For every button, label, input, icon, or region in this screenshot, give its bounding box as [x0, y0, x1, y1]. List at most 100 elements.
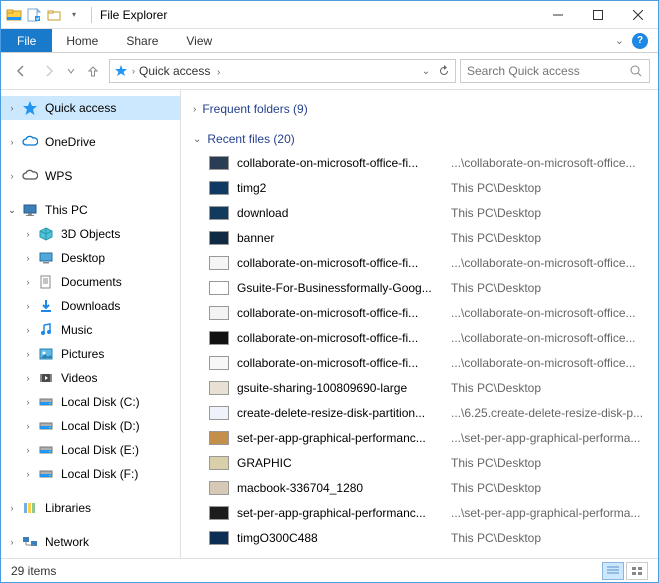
address-dropdown-icon[interactable]: ⌄ — [419, 64, 433, 78]
tree-item-videos[interactable]: ›Videos — [1, 366, 180, 390]
file-name: banner — [237, 231, 443, 245]
chevron-right-icon[interactable]: › — [21, 371, 35, 385]
desktop-icon — [37, 249, 55, 267]
file-row[interactable]: gsuite-sharing-100809690-largeThis PC\De… — [185, 375, 654, 400]
ribbon-file-tab[interactable]: File — [1, 29, 52, 52]
chevron-right-icon[interactable]: › — [5, 135, 19, 149]
chevron-right-icon[interactable]: › — [21, 419, 35, 433]
file-name: timgO300C488 — [237, 531, 443, 545]
file-row[interactable]: collaborate-on-microsoft-office-fi......… — [185, 350, 654, 375]
tree-label: Local Disk (C:) — [61, 395, 140, 409]
file-thumbnail — [209, 181, 229, 195]
back-button[interactable] — [9, 59, 33, 83]
file-row[interactable]: set-per-app-graphical-performanc......\s… — [185, 500, 654, 525]
file-row[interactable]: collaborate-on-microsoft-office-fi......… — [185, 250, 654, 275]
ribbon-tab-share[interactable]: Share — [112, 29, 172, 52]
view-details-button[interactable] — [602, 562, 624, 580]
tree-item-local-disk-e-[interactable]: ›Local Disk (E:) — [1, 438, 180, 462]
chevron-right-icon[interactable]: › — [21, 347, 35, 361]
address-bar[interactable]: › Quick access › ⌄ — [109, 59, 456, 83]
file-row[interactable]: set-per-app-graphical-performanc......\s… — [185, 425, 654, 450]
chevron-right-icon[interactable]: › — [21, 443, 35, 457]
tree-network[interactable]: › Network — [1, 530, 180, 554]
file-name: macbook-336704_1280 — [237, 481, 443, 495]
chevron-right-icon[interactable]: › — [21, 395, 35, 409]
file-row[interactable]: GRAPHICThis PC\Desktop — [185, 450, 654, 475]
chevron-right-icon[interactable]: › — [21, 227, 35, 241]
qat-new-folder-icon[interactable] — [45, 6, 63, 24]
chevron-right-icon[interactable]: › — [21, 299, 35, 313]
file-row[interactable]: banner This PC\Desktop — [185, 225, 654, 250]
title-bar: ▾ File Explorer — [1, 1, 658, 29]
file-path: This PC\Desktop — [451, 381, 654, 395]
file-name: collaborate-on-microsoft-office-fi... — [237, 356, 443, 370]
chevron-right-icon[interactable]: › — [21, 467, 35, 481]
search-box[interactable] — [460, 59, 650, 83]
recent-locations-button[interactable] — [65, 59, 77, 83]
minimize-button[interactable] — [538, 1, 578, 29]
tree-item-local-disk-d-[interactable]: ›Local Disk (D:) — [1, 414, 180, 438]
chevron-right-icon[interactable]: › — [5, 101, 19, 115]
file-row[interactable]: collaborate-on-microsoft-office-fi......… — [185, 150, 654, 175]
qat-properties-icon[interactable] — [25, 6, 43, 24]
file-row[interactable]: collaborate-on-microsoft-office-fi......… — [185, 325, 654, 350]
address-chevron-icon[interactable]: › — [132, 66, 135, 76]
qat-dropdown-icon[interactable]: ▾ — [65, 6, 83, 24]
ribbon-tab-home[interactable]: Home — [52, 29, 112, 52]
tree-item-pictures[interactable]: › Pictures — [1, 342, 180, 366]
file-path: This PC\Desktop — [451, 206, 654, 220]
view-large-icons-button[interactable] — [626, 562, 648, 580]
search-icon[interactable] — [629, 64, 643, 78]
file-row[interactable]: timg2This PC\Desktop — [185, 175, 654, 200]
tree-wps[interactable]: › WPS — [1, 164, 180, 188]
file-row[interactable]: create-delete-resize-disk-partition.....… — [185, 400, 654, 425]
file-row[interactable]: Gsuite-For-Businessformally-Goog...This … — [185, 275, 654, 300]
file-thumbnail — [209, 231, 229, 245]
file-row[interactable]: macbook-336704_1280 This PC\Desktop — [185, 475, 654, 500]
tree-item-local-disk-f-[interactable]: ›Local Disk (F:) — [1, 462, 180, 486]
tree-this-pc[interactable]: ⌄ This PC — [1, 198, 180, 222]
main-area: › Quick access › OneDrive › WPS ⌄ This P… — [1, 89, 658, 558]
window-controls — [538, 1, 658, 29]
group-frequent-folders[interactable]: › Frequent folders (9) — [185, 98, 654, 120]
tree-onedrive[interactable]: › OneDrive — [1, 130, 180, 154]
cloud-icon — [21, 167, 39, 185]
chevron-right-icon[interactable]: › — [21, 275, 35, 289]
help-icon[interactable]: ? — [632, 33, 648, 49]
file-row[interactable]: timgO300C488This PC\Desktop — [185, 525, 654, 550]
chevron-right-icon[interactable]: › — [5, 535, 19, 549]
chevron-right-icon[interactable]: › — [193, 104, 196, 115]
group-recent-files[interactable]: ⌄ Recent files (20) — [185, 128, 654, 150]
tree-label: Pictures — [61, 347, 104, 361]
file-row[interactable]: downloadThis PC\Desktop — [185, 200, 654, 225]
tree-item-music[interactable]: ›Music — [1, 318, 180, 342]
tree-label: WPS — [45, 169, 72, 183]
tree-item-desktop[interactable]: ›Desktop — [1, 246, 180, 270]
chevron-down-icon[interactable]: ⌄ — [193, 134, 201, 145]
tree-quick-access[interactable]: › Quick access — [1, 96, 180, 120]
tree-libraries[interactable]: › Libraries — [1, 496, 180, 520]
content-pane[interactable]: › Frequent folders (9) ⌄ Recent files (2… — [181, 90, 658, 558]
file-row[interactable]: collaborate-on-microsoft-office-fi......… — [185, 300, 654, 325]
forward-button[interactable] — [37, 59, 61, 83]
close-button[interactable] — [618, 1, 658, 29]
file-path: This PC\Desktop — [451, 481, 654, 495]
tree-item-local-disk-c-[interactable]: › Local Disk (C:) — [1, 390, 180, 414]
chevron-right-icon[interactable]: › — [21, 251, 35, 265]
monitor-icon — [21, 201, 39, 219]
file-path: ...\collaborate-on-microsoft-office... — [451, 331, 654, 345]
chevron-right-icon[interactable]: › — [5, 501, 19, 515]
tree-item-3d-objects[interactable]: ›3D Objects — [1, 222, 180, 246]
chevron-right-icon[interactable]: › — [5, 169, 19, 183]
ribbon-expand-icon[interactable]: ⌄ — [615, 34, 624, 47]
chevron-down-icon[interactable]: ⌄ — [5, 203, 19, 217]
tree-item-downloads[interactable]: ›Downloads — [1, 294, 180, 318]
up-button[interactable] — [81, 59, 105, 83]
chevron-right-icon[interactable]: › — [21, 323, 35, 337]
refresh-icon[interactable] — [437, 64, 451, 78]
search-input[interactable] — [467, 64, 629, 78]
tree-item-documents[interactable]: ›Documents — [1, 270, 180, 294]
maximize-button[interactable] — [578, 1, 618, 29]
file-path: This PC\Desktop — [451, 231, 654, 245]
ribbon-tab-view[interactable]: View — [172, 29, 226, 52]
